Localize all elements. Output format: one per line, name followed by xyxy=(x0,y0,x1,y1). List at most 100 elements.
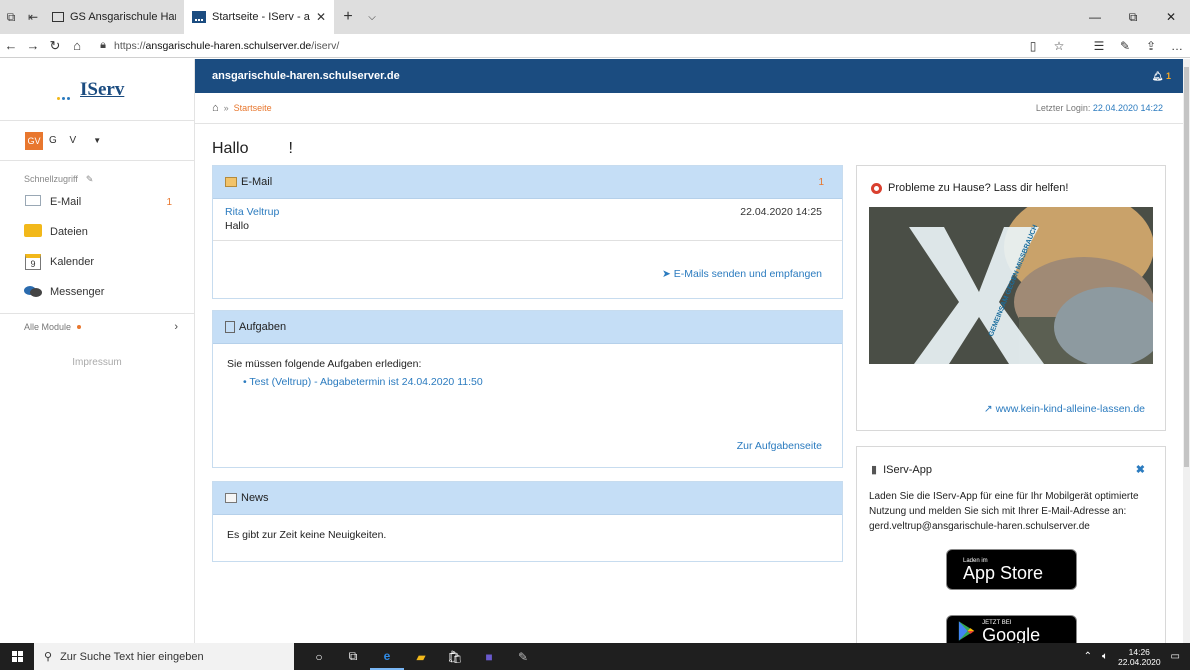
more-icon[interactable]: … xyxy=(1164,39,1190,53)
breadcrumb: ⌂ » Startseite Letzter Login: 22.04.2020… xyxy=(195,93,1183,124)
windows-start-button[interactable] xyxy=(0,651,34,662)
minimize-icon[interactable]: — xyxy=(1076,0,1114,34)
favorites-list-icon[interactable]: ☰ xyxy=(1086,39,1112,53)
close-icon[interactable]: ✖ xyxy=(1136,463,1145,476)
scrollbar-thumb[interactable] xyxy=(1184,67,1189,467)
search-placeholder: Zur Suche Text hier eingeben xyxy=(60,650,204,663)
store-icon[interactable]: 🛍︎ xyxy=(438,643,472,670)
windows-taskbar: ⚲ Zur Suche Text hier eingeben ○ ⧉ e ▰ 🛍… xyxy=(0,643,1190,670)
send-receive-link[interactable]: ➤ E-Mails senden und empfangen xyxy=(662,268,822,280)
app-panel: ▮ IServ-App ✖ Laden Sie die IServ-App fü… xyxy=(856,446,1166,662)
favorite-star-icon[interactable]: ☆ xyxy=(1046,39,1072,53)
forward-icon[interactable]: → xyxy=(22,38,44,53)
folder-icon xyxy=(24,224,42,240)
new-tab-icon[interactable]: + xyxy=(334,0,362,34)
page-icon xyxy=(52,12,64,22)
logo[interactable]: IServ xyxy=(0,59,194,121)
help-website-link[interactable]: ↗ www.kein-kind-alleine-lassen.de xyxy=(984,403,1145,415)
task-view-icon[interactable]: ⧉ xyxy=(336,643,370,670)
last-login: Letzter Login: 22.04.2020 14:22 xyxy=(1036,103,1163,113)
tasks-page-link[interactable]: Zur Aufgabenseite xyxy=(737,440,822,452)
email-sender[interactable]: Rita Veltrup xyxy=(225,206,830,218)
system-clock[interactable]: 14:26 22.04.2020 xyxy=(1118,647,1161,667)
home-icon[interactable]: ⌂ xyxy=(66,38,88,53)
all-modules-link[interactable]: Alle Module › xyxy=(0,313,194,339)
panel-title: News xyxy=(241,492,269,504)
page-scrollbar[interactable] xyxy=(1183,59,1190,643)
notifications-button[interactable]: 🔔︎ 1 xyxy=(1152,71,1171,82)
browser-tab[interactable]: GS Ansgarischule Haren (En xyxy=(44,0,184,34)
tab-back-icon[interactable]: ⇤ xyxy=(22,0,44,34)
play-icon xyxy=(958,621,975,641)
user-name: G V xyxy=(49,135,82,146)
back-icon[interactable]: ← xyxy=(0,38,22,53)
browser-tab-active[interactable]: Startseite - IServ - ansg ✕ xyxy=(184,0,334,34)
new-indicator-dot xyxy=(77,324,82,329)
user-menu[interactable]: GV G V ▼ xyxy=(0,121,194,161)
email-panel-header: E-Mail 1 xyxy=(213,166,842,199)
tab-actions-icon[interactable]: ⧉ xyxy=(0,0,22,34)
pen-icon[interactable]: ✎ xyxy=(1112,39,1138,53)
sidebar-item-calendar[interactable]: 9 Kalender xyxy=(0,247,194,277)
mobile-phone-icon: ▮ xyxy=(871,464,878,476)
photos-app-icon[interactable]: ■ xyxy=(472,643,506,670)
send-receive-label: E-Mails senden und empfangen xyxy=(673,268,822,280)
cortana-icon[interactable]: ○ xyxy=(302,643,336,670)
app-store-button[interactable]: Laden im App Store xyxy=(946,549,1077,590)
tab-title: GS Ansgarischule Haren (En xyxy=(70,11,176,23)
chat-bubbles-icon xyxy=(24,285,42,300)
reading-view-icon[interactable]: ▯ xyxy=(1020,39,1046,53)
home-icon[interactable]: ⌂ xyxy=(212,102,219,114)
logo-dot xyxy=(62,97,65,100)
quick-access: Schnellzugriff ✎ xyxy=(0,161,194,187)
help-title-text: Probleme zu Hause? Lass dir helfen! xyxy=(888,182,1069,194)
lifebuoy-icon xyxy=(871,182,882,194)
campaign-image[interactable]: GEMEINSAM GEGEN MISSBRAUCH xyxy=(869,207,1153,364)
site-domain[interactable]: ansgarischule-haren.schulserver.de xyxy=(212,70,400,82)
email-list-item[interactable]: Rita Veltrup Hallo 22.04.2020 14:25 xyxy=(213,199,842,241)
sidebar-item-label: E-Mail xyxy=(50,196,82,208)
tray-chevron-up-icon[interactable]: ⌃ xyxy=(1084,651,1092,662)
greeting-end: ! xyxy=(288,140,293,157)
speaker-icon[interactable]: 🔈︎ xyxy=(1102,651,1108,662)
task-link[interactable]: Test (Veltrup) - Abgabetermin ist 24.04.… xyxy=(249,376,482,388)
sidebar-item-messenger[interactable]: Messenger xyxy=(0,277,194,307)
pencil-icon[interactable]: ✎ xyxy=(86,174,94,185)
last-login-label: Letzter Login: xyxy=(1035,103,1091,113)
notification-count: 1 xyxy=(1165,70,1171,81)
sidebar-item-files[interactable]: Dateien xyxy=(0,217,194,247)
quick-access-label: Schnellzugriff xyxy=(24,174,78,184)
news-panel: News Es gibt zur Zeit keine Neuigkeiten. xyxy=(212,481,843,562)
clock-date: 22.04.2020 xyxy=(1118,656,1161,667)
google-play-button[interactable]: JETZT BEI Google Play xyxy=(946,615,1077,662)
url-host: ansgarischule-haren.schulserver.de xyxy=(145,39,312,52)
unread-count: 1 xyxy=(166,196,172,208)
logo-dot xyxy=(57,97,60,100)
restore-icon[interactable]: ⧉ xyxy=(1114,0,1152,34)
logo-dots xyxy=(57,97,70,100)
browser-tab-bar: ⧉ ⇤ GS Ansgarischule Haren (En Startseit… xyxy=(0,0,1190,34)
logo-dot xyxy=(67,97,70,100)
sidebar-item-email[interactable]: E-Mail 1 xyxy=(0,187,194,217)
chevron-down-icon[interactable]: ⌵ xyxy=(362,0,382,34)
impressum-link[interactable]: Impressum xyxy=(0,357,194,368)
top-header: ansgarischule-haren.schulserver.de 🔔︎ 1 xyxy=(195,59,1183,93)
caret-down-icon: ▼ xyxy=(93,136,102,145)
close-window-icon[interactable]: ✕ xyxy=(1152,0,1190,34)
paint-app-icon[interactable]: ✎ xyxy=(506,643,540,670)
taskbar-search[interactable]: ⚲ Zur Suche Text hier eingeben xyxy=(34,643,294,670)
notification-center-icon[interactable]: ▭ xyxy=(1171,651,1180,662)
url-field[interactable]: https://ansgarischule-haren.schulserver.… xyxy=(114,40,1020,52)
share-icon[interactable]: ⇪ xyxy=(1138,39,1164,53)
breadcrumb-current[interactable]: Startseite xyxy=(234,103,272,113)
address-bar: ← → ↻ ⌂ 🔒︎ https://ansgarischule-haren.s… xyxy=(0,34,1190,58)
news-panel-header: News xyxy=(213,482,842,515)
close-tab-icon[interactable]: ✕ xyxy=(316,10,326,24)
edge-browser-icon[interactable]: e xyxy=(370,643,404,670)
task-list-item[interactable]: • Test (Veltrup) - Abgabetermin ist 24.0… xyxy=(213,370,842,394)
file-explorer-icon[interactable]: ▰ xyxy=(404,643,438,670)
lock-icon[interactable]: 🔒︎ xyxy=(96,39,110,52)
refresh-icon[interactable]: ↻ xyxy=(44,38,66,54)
help-panel: Probleme zu Hause? Lass dir helfen! GEME… xyxy=(856,165,1166,431)
url-path: /iserv/ xyxy=(311,39,340,52)
